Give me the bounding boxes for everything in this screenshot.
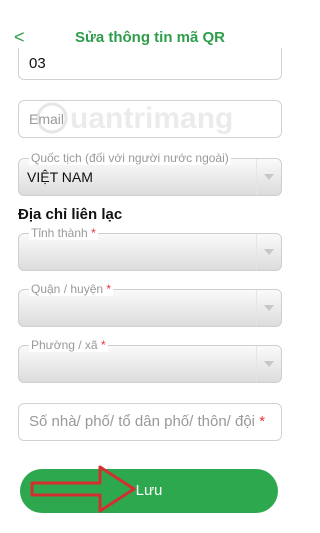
chevron-down-icon — [256, 234, 281, 270]
nationality-label: Quốc tịch (đối với người nước ngoài) — [29, 151, 231, 165]
phone-field[interactable]: 03 — [18, 48, 282, 80]
street-address-field[interactable]: Số nhà/ phố/ tổ dân phố/ thôn/ đội * — [18, 403, 282, 441]
phone-value: 03 — [29, 55, 46, 72]
ward-label: Phường / xã * — [29, 338, 108, 352]
street-placeholder: Số nhà/ phố/ tổ dân phố/ thôn/ đội * — [29, 413, 266, 430]
chevron-down-icon — [256, 159, 281, 195]
district-label: Quận / huyện * — [29, 282, 114, 296]
chevron-down-icon — [256, 346, 281, 382]
email-placeholder: Email — [29, 111, 65, 127]
ward-select[interactable]: Phường / xã * — [18, 338, 282, 383]
header-bar: < Sửa thông tin mã QR — [0, 0, 300, 46]
page-title: Sửa thông tin mã QR — [74, 29, 226, 46]
nationality-select[interactable]: Quốc tịch (đối với người nước ngoài) VIỆ… — [18, 151, 282, 196]
chevron-down-icon — [256, 290, 281, 326]
required-mark: * — [106, 282, 112, 296]
province-select[interactable]: Tỉnh thành * — [18, 226, 282, 271]
required-mark: * — [91, 226, 96, 240]
province-label: Tỉnh thành * — [29, 226, 98, 240]
nationality-value: VIỆT NAM — [27, 169, 93, 185]
email-field[interactable]: Email — [18, 100, 282, 138]
required-mark: * — [100, 338, 106, 352]
annotation-arrow-icon — [30, 465, 136, 513]
district-select[interactable]: Quận / huyện * — [18, 282, 282, 327]
address-section-title: Địa chỉ liên lạc — [18, 206, 123, 223]
